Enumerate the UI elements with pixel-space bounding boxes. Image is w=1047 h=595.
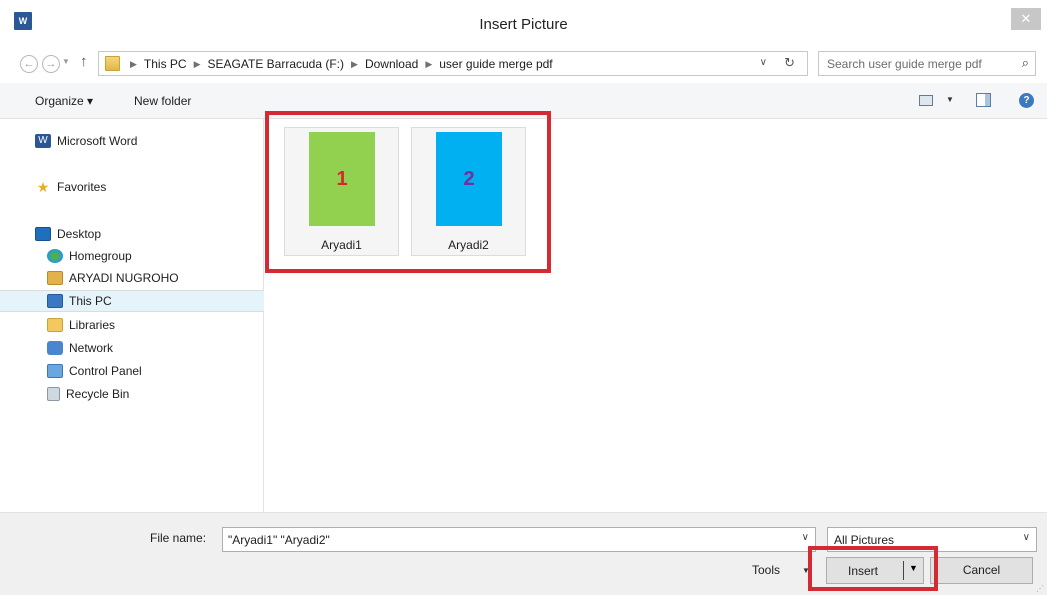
breadcrumb-this-pc[interactable]: This PC bbox=[144, 57, 187, 71]
nav-item-label: Libraries bbox=[69, 318, 116, 332]
breadcrumb-separator-icon: ▶ bbox=[425, 59, 433, 69]
nav-item-libraries[interactable]: Libraries bbox=[0, 314, 264, 336]
back-button[interactable]: ← bbox=[20, 55, 38, 73]
forward-button[interactable]: → bbox=[42, 55, 60, 73]
search-placeholder: Search user guide merge pdf bbox=[827, 57, 982, 71]
up-one-level-button[interactable]: ↑ bbox=[80, 53, 88, 70]
recent-locations-dropdown[interactable]: ▼ bbox=[62, 57, 70, 66]
nav-item-label: Network bbox=[69, 341, 114, 355]
breadcrumb: ▶ This PC ▶ SEAGATE Barracuda (F:) ▶ Dow… bbox=[123, 57, 553, 71]
file-name-value: "Aryadi1" "Aryadi2" bbox=[228, 533, 330, 547]
nav-item-label: ARYADI NUGROHO bbox=[69, 271, 179, 285]
file-name-label: File name: bbox=[150, 531, 207, 545]
user-folder-icon bbox=[47, 271, 63, 285]
nav-item-label: Control Panel bbox=[69, 364, 142, 378]
cancel-button[interactable]: Cancel bbox=[930, 557, 1033, 584]
word-icon: W bbox=[35, 134, 51, 148]
nav-item-homegroup[interactable]: Homegroup bbox=[0, 245, 264, 267]
nav-item-favorites[interactable]: ★ Favorites bbox=[0, 176, 264, 198]
star-icon: ★ bbox=[36, 179, 50, 195]
breadcrumb-separator-icon: ▶ bbox=[130, 59, 137, 69]
breadcrumb-drive[interactable]: SEAGATE Barracuda (F:) bbox=[208, 57, 344, 71]
nav-item-desktop[interactable]: Desktop bbox=[0, 223, 264, 245]
title-bar: W Insert Picture ✕ bbox=[0, 0, 1047, 45]
nav-item-label: Recycle Bin bbox=[66, 387, 130, 401]
libraries-icon bbox=[47, 318, 63, 332]
nav-item-label: Favorites bbox=[57, 180, 107, 194]
nav-item-label: Microsoft Word bbox=[57, 134, 138, 148]
nav-item-label: Homegroup bbox=[69, 249, 132, 263]
new-folder-button[interactable]: New folder bbox=[134, 94, 191, 108]
help-icon[interactable]: ? bbox=[1019, 93, 1034, 108]
folder-icon bbox=[105, 56, 120, 71]
address-bar[interactable]: ▶ This PC ▶ SEAGATE Barracuda (F:) ▶ Dow… bbox=[98, 51, 808, 76]
breadcrumb-separator-icon: ▶ bbox=[193, 59, 201, 69]
file-name-input[interactable]: "Aryadi1" "Aryadi2" ∨ bbox=[222, 527, 816, 552]
nav-item-label: Desktop bbox=[57, 227, 102, 241]
nav-item-control-panel[interactable]: Control Panel bbox=[0, 360, 264, 382]
resize-grip-icon[interactable]: ⋰ bbox=[1036, 584, 1044, 593]
file-type-value: All Pictures bbox=[834, 533, 895, 547]
nav-item-this-pc[interactable]: This PC bbox=[0, 290, 264, 312]
change-view-icon[interactable] bbox=[919, 95, 933, 106]
breadcrumb-separator-icon: ▶ bbox=[351, 59, 358, 69]
highlight-annotation-files bbox=[265, 111, 551, 273]
window-title: Insert Picture bbox=[479, 16, 568, 33]
address-bar-row: ← → ▼ ↑ ▶ This PC ▶ SEAGATE Barracuda (F… bbox=[0, 45, 1047, 83]
breadcrumb-current-folder[interactable]: user guide merge pdf bbox=[439, 57, 552, 71]
nav-item-microsoft-word[interactable]: W Microsoft Word bbox=[0, 130, 264, 152]
network-icon bbox=[47, 341, 63, 355]
chevron-down-icon[interactable]: ∨ bbox=[802, 532, 809, 543]
desktop-icon bbox=[35, 227, 51, 241]
tools-button[interactable]: Tools bbox=[752, 563, 780, 577]
computer-icon bbox=[47, 294, 63, 308]
address-history-chevron-icon[interactable]: ∨ bbox=[760, 57, 767, 68]
refresh-icon[interactable]: ↻ bbox=[784, 55, 795, 71]
organize-button[interactable]: Organize ▾ bbox=[35, 94, 93, 108]
preview-pane-icon[interactable] bbox=[976, 93, 991, 107]
homegroup-icon bbox=[47, 249, 63, 263]
nav-item-user[interactable]: ARYADI NUGROHO bbox=[0, 267, 264, 289]
view-options-chevron-icon[interactable]: ▼ bbox=[946, 95, 954, 104]
highlight-annotation-insert bbox=[808, 546, 938, 591]
nav-item-network[interactable]: Network bbox=[0, 337, 264, 359]
search-icon[interactable]: ⌕ bbox=[1022, 55, 1029, 71]
recycle-bin-icon bbox=[47, 387, 60, 401]
chevron-down-icon[interactable]: ∨ bbox=[1023, 532, 1030, 543]
nav-item-label: This PC bbox=[69, 294, 112, 308]
navigation-pane: W Microsoft Word ★ Favorites Desktop Hom… bbox=[0, 119, 264, 512]
close-button[interactable]: ✕ bbox=[1011, 8, 1041, 30]
nav-item-recycle-bin[interactable]: Recycle Bin bbox=[0, 383, 264, 405]
search-input[interactable]: Search user guide merge pdf ⌕ bbox=[818, 51, 1036, 76]
control-panel-icon bbox=[47, 364, 63, 378]
breadcrumb-download[interactable]: Download bbox=[365, 57, 418, 71]
